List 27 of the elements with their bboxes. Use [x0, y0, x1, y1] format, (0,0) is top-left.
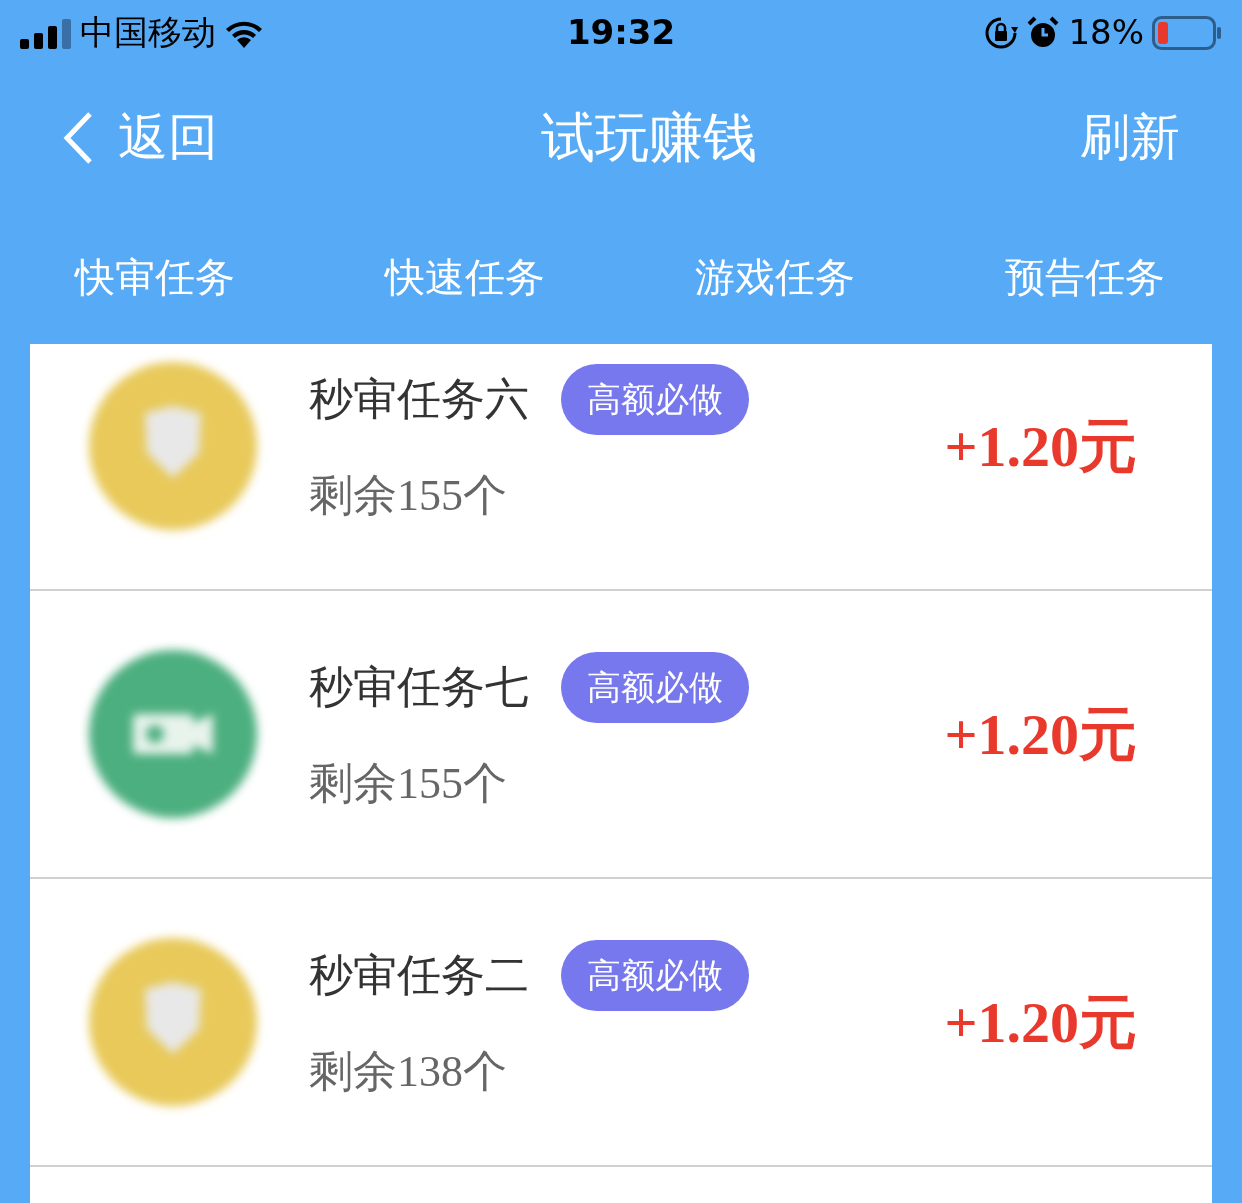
rotation-lock-icon [984, 15, 1019, 50]
clock-time: 19:32 [566, 12, 676, 52]
chevron-left-icon [62, 110, 94, 165]
tab[interactable]: 预告任务 [930, 246, 1240, 308]
task-tag: 高额必做 [561, 363, 749, 435]
alarm-icon [1026, 15, 1061, 50]
task-title: 秒审任务六 [309, 372, 529, 426]
reward-amount: +1.20元 [944, 700, 1137, 769]
tab[interactable]: 游戏任务 [620, 246, 930, 308]
battery-percent: 18% [1068, 11, 1144, 54]
task-title: 秒审任务七 [309, 660, 529, 714]
back-button[interactable]: 返回 [62, 100, 218, 175]
task-tag: 高额必做 [561, 651, 749, 723]
reward-amount: +1.20元 [944, 412, 1137, 481]
refresh-button[interactable]: 刷新 [1080, 100, 1180, 175]
page-title: 试玩赚钱 [541, 105, 757, 171]
remaining-count: 剩余138个 [309, 1045, 508, 1098]
remaining-count: 剩余155个 [309, 469, 508, 522]
signal-icon [20, 16, 72, 49]
tab[interactable]: 快审任务 [0, 246, 310, 308]
tab[interactable]: 快速任务 [310, 246, 620, 308]
task-title: 秒审任务二 [309, 948, 529, 1002]
task-tag: 高额必做 [561, 939, 749, 1011]
carrier-name: 中国移动 [80, 11, 216, 54]
battery-icon [1152, 15, 1222, 50]
reward-amount: +1.20元 [944, 988, 1137, 1057]
remaining-count: 剩余155个 [309, 757, 508, 810]
